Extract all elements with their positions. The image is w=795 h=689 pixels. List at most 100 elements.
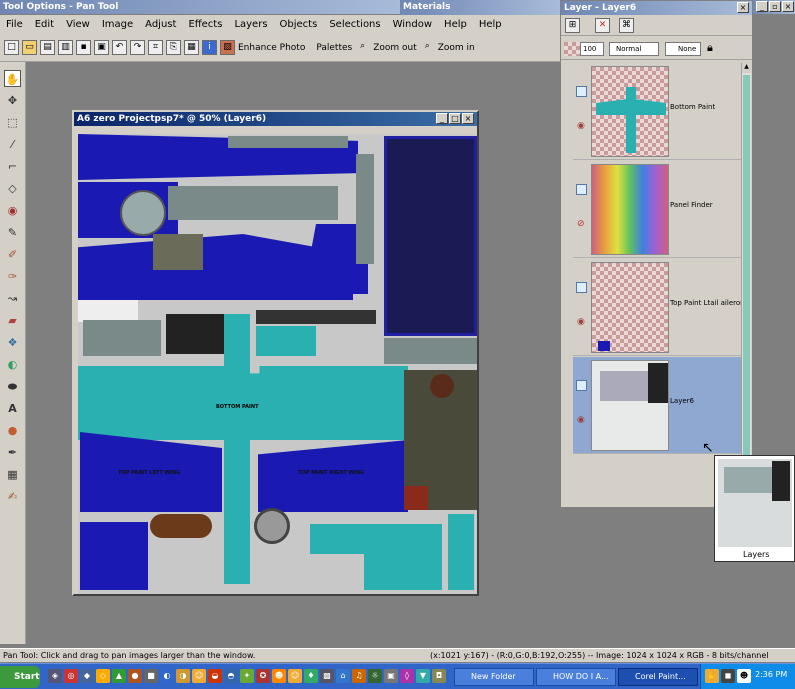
art-media-icon[interactable]: ✍ [4, 488, 21, 505]
redo-icon[interactable]: ↷ [130, 40, 145, 55]
menu-adjust[interactable]: Adjust [139, 19, 182, 30]
hidden-eye-icon[interactable]: ⊘ [577, 219, 585, 229]
quick-launch-icon-25[interactable]: ◘ [432, 669, 446, 683]
menu-effects[interactable]: Effects [182, 19, 228, 30]
move-tool-icon[interactable]: ✥ [4, 92, 21, 109]
quick-launch-icon-5[interactable]: ▲ [112, 669, 126, 683]
tray-icon-1[interactable]: ✋ [705, 669, 719, 683]
layer-row-panel-finder[interactable]: ⊘ Panel Finder [573, 161, 743, 258]
smudge-icon[interactable]: ⬬ [4, 378, 21, 395]
menu-layers[interactable]: Layers [228, 19, 273, 30]
doc-close-button[interactable]: × [462, 113, 474, 124]
menu-help-2[interactable]: Help [473, 19, 508, 30]
layer-name[interactable]: Top Paint Ltail aileron [670, 299, 745, 307]
mesh-warp-icon[interactable]: ▦ [4, 466, 21, 483]
materials-title-bar[interactable]: Materials [400, 0, 560, 15]
quick-launch-icon-18[interactable]: ▩ [320, 669, 334, 683]
palettes-menu[interactable]: Palettes [316, 43, 352, 53]
preset-shape-icon[interactable]: ● [4, 422, 21, 439]
tray-icon-2[interactable]: ◼ [721, 669, 735, 683]
app-restore-button[interactable]: ▫ [769, 1, 781, 12]
browse-icon[interactable]: ▤ [40, 40, 55, 55]
menu-selections[interactable]: Selections [323, 19, 386, 30]
scan-icon[interactable]: ▥ [58, 40, 73, 55]
red-eye-tool-icon[interactable]: ◉ [4, 202, 21, 219]
quick-launch-icon-1[interactable]: ◈ [48, 669, 62, 683]
quick-launch-icon-16[interactable]: ☺ [288, 669, 302, 683]
quick-launch-icon-12[interactable]: ◓ [224, 669, 238, 683]
quick-launch-icon-6[interactable]: ● [128, 669, 142, 683]
visibility-eye-icon[interactable]: ◉ [577, 415, 585, 425]
clock[interactable]: 2:36 PM [755, 670, 787, 679]
menu-file[interactable]: File [0, 19, 29, 30]
delete-layer-icon[interactable]: ✕ [595, 18, 610, 33]
zoom-in-button[interactable]: Zoom in [438, 43, 475, 53]
app-close-button[interactable]: × [782, 1, 794, 12]
layer-name[interactable]: Layer6 [670, 397, 694, 405]
eraser-icon[interactable]: ▰ [4, 312, 21, 329]
visibility-eye-icon[interactable]: ◉ [577, 317, 585, 327]
new-layer-icon[interactable]: ⊞ [565, 18, 580, 33]
dropper-tool-icon[interactable]: ⁄ [4, 136, 21, 153]
layer-palette[interactable]: Layer - Layer6 × ⊞ ✕ ⌘ 100 Normal None 🔒… [560, 0, 753, 508]
menu-image[interactable]: Image [96, 19, 139, 30]
layer-name[interactable]: Bottom Paint [670, 103, 715, 111]
menu-window[interactable]: Window [387, 19, 438, 30]
layer-properties-icon[interactable]: ⌘ [619, 18, 634, 33]
open-folder-icon[interactable]: ▭ [22, 40, 37, 55]
document-title-bar[interactable]: A6 zero Projectpsp7* @ 50% (Layer6) [74, 112, 477, 126]
menu-objects[interactable]: Objects [274, 19, 324, 30]
quick-launch-icon-7[interactable]: ■ [144, 669, 158, 683]
quick-launch-icon-19[interactable]: ⌂ [336, 669, 350, 683]
copy-icon[interactable]: ⎘ [166, 40, 181, 55]
quick-launch-icon-4[interactable]: ◇ [96, 669, 110, 683]
layer-row-top-paint[interactable]: ◉ Top Paint Ltail aileron [573, 259, 745, 356]
app-minimize-button[interactable]: _ [756, 1, 768, 12]
layer-palette-title-bar[interactable]: Layer - Layer6 [561, 1, 752, 15]
crop-icon[interactable]: ⌗ [148, 40, 163, 55]
info-icon[interactable]: i [202, 40, 217, 55]
quick-launch-icon-8[interactable]: ◐ [160, 669, 174, 683]
picture-tube-icon[interactable]: ❖ [4, 334, 21, 351]
quick-launch-icon-15[interactable]: ☻ [272, 669, 286, 683]
task-new-folder[interactable]: New Folder [454, 668, 534, 686]
scrollbar-up-arrow[interactable]: ▲ [742, 63, 751, 73]
new-file-icon[interactable]: □ [4, 40, 19, 55]
layer-name[interactable]: Panel Finder [670, 201, 713, 209]
enhance-photo-icon[interactable]: ▨ [220, 40, 235, 55]
layer-row-layer6-selected[interactable]: ◉ Layer6 [573, 357, 743, 454]
quick-launch-icon-2[interactable]: ◎ [64, 669, 78, 683]
clone-tool-icon[interactable]: ✎ [4, 224, 21, 241]
tray-icon-3[interactable]: ☻ [737, 669, 751, 683]
selection-tool-icon[interactable]: ⬚ [4, 114, 21, 131]
blend-mode-select[interactable]: Normal [609, 42, 659, 56]
quick-launch-icon-24[interactable]: ▼ [416, 669, 430, 683]
zoom-out-button[interactable]: Zoom out [373, 43, 417, 53]
paste-icon[interactable]: ▦ [184, 40, 199, 55]
start-button[interactable]: Start [0, 666, 40, 688]
print-icon[interactable]: ▣ [94, 40, 109, 55]
quick-launch-icon-3[interactable]: ◆ [80, 669, 94, 683]
document-window[interactable]: A6 zero Projectpsp7* @ 50% (Layer6) _ □ … [72, 110, 479, 596]
zoom-out-icon[interactable]: ⌕ [355, 40, 370, 55]
airbrush-icon[interactable]: ✑ [4, 268, 21, 285]
quick-launch-icon-20[interactable]: ♫ [352, 669, 366, 683]
quick-launch-icon-10[interactable]: ☺ [192, 669, 206, 683]
quick-launch-icon-13[interactable]: ✦ [240, 669, 254, 683]
scrollbar-thumb[interactable] [743, 75, 750, 455]
save-icon[interactable]: ▪ [76, 40, 91, 55]
quick-launch-icon-23[interactable]: ◊ [400, 669, 414, 683]
deform-tool-icon[interactable]: ◇ [4, 180, 21, 197]
quick-launch-icon-11[interactable]: ◒ [208, 669, 222, 683]
quick-launch-icon-21[interactable]: ☼ [368, 669, 382, 683]
menu-view[interactable]: View [60, 19, 96, 30]
quick-launch-icon-17[interactable]: ♦ [304, 669, 318, 683]
lock-select[interactable]: None [665, 42, 701, 56]
task-corel-paint[interactable]: Corel Paint... [618, 668, 698, 686]
undo-icon[interactable]: ↶ [112, 40, 127, 55]
warp-brush-icon[interactable]: ↝ [4, 290, 21, 307]
flood-fill-icon[interactable]: ◐ [4, 356, 21, 373]
menu-edit[interactable]: Edit [29, 19, 60, 30]
opacity-field[interactable]: 100 [580, 42, 604, 56]
doc-minimize-button[interactable]: _ [436, 113, 448, 124]
